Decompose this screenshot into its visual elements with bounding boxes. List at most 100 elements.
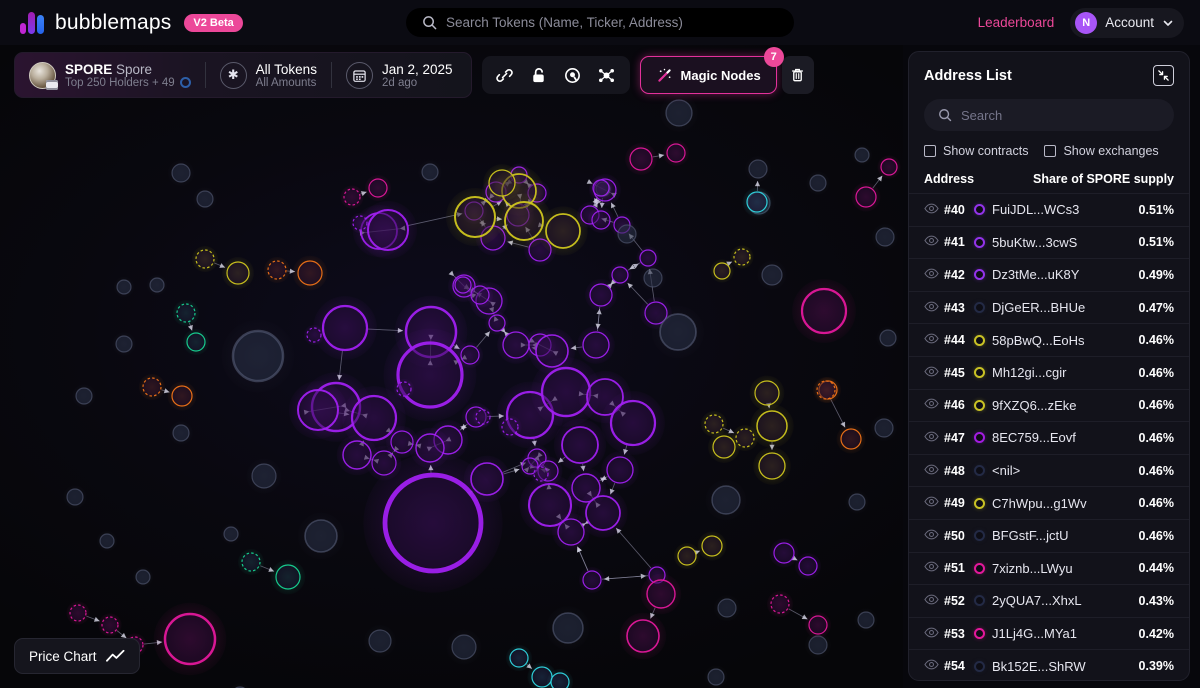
leaderboard-link[interactable]: Leaderboard xyxy=(978,15,1055,30)
graph-node[interactable] xyxy=(856,187,876,207)
graph-node[interactable] xyxy=(810,175,826,191)
address-search-input[interactable]: Search xyxy=(924,99,1174,131)
graph-node[interactable] xyxy=(455,277,471,293)
graph-node[interactable] xyxy=(876,228,894,246)
token-search-input[interactable]: Search Tokens (Name, Ticker, Address) xyxy=(406,8,794,37)
price-chart-button[interactable]: Price Chart xyxy=(14,638,140,674)
graph-node[interactable] xyxy=(416,434,444,462)
eye-icon[interactable] xyxy=(924,625,941,643)
graph-node[interactable] xyxy=(718,599,736,617)
graph-node[interactable] xyxy=(172,164,190,182)
row-address[interactable]: C7hWpu...g1Wv xyxy=(992,496,1139,511)
graph-node[interactable] xyxy=(607,457,633,483)
graph-node[interactable] xyxy=(881,159,897,175)
graph-node[interactable] xyxy=(809,636,827,654)
address-table-body[interactable]: #40FuiJDL...WCs30.51%#415buKtw...3cwS0.5… xyxy=(909,193,1189,681)
table-row[interactable]: #45Mh12gi...cgir0.46% xyxy=(909,356,1189,389)
graph-node[interactable] xyxy=(586,496,620,530)
graph-node[interactable] xyxy=(233,331,283,381)
table-row[interactable]: #469fXZQ6...zEke0.46% xyxy=(909,389,1189,422)
graph-node[interactable] xyxy=(702,536,722,556)
graph-node[interactable] xyxy=(224,527,238,541)
eye-icon[interactable] xyxy=(924,299,941,317)
graph-node[interactable] xyxy=(712,486,740,514)
graph-node[interactable] xyxy=(172,386,192,406)
graph-node[interactable] xyxy=(455,197,495,237)
eye-icon[interactable] xyxy=(924,559,941,577)
row-address[interactable]: J1Lj4G...MYa1 xyxy=(992,626,1139,641)
table-row[interactable]: #415buKtw...3cwS0.51% xyxy=(909,226,1189,259)
graph-node[interactable] xyxy=(422,164,438,180)
bubble-graph-canvas[interactable] xyxy=(0,45,903,688)
eye-icon[interactable] xyxy=(924,494,941,512)
graph-node[interactable] xyxy=(558,519,584,545)
graph-node[interactable] xyxy=(76,388,92,404)
graph-node[interactable] xyxy=(471,463,503,495)
graph-node[interactable] xyxy=(593,180,609,196)
token-filter-selector[interactable]: ✱ All Tokens All Amounts xyxy=(206,53,331,97)
show-exchanges-checkbox[interactable]: Show exchanges xyxy=(1044,144,1158,158)
eye-icon[interactable] xyxy=(924,592,941,610)
graph-node[interactable] xyxy=(592,211,610,229)
graph-node[interactable] xyxy=(502,419,518,435)
graph-node[interactable] xyxy=(734,249,750,265)
graph-node[interactable] xyxy=(307,328,321,342)
table-row[interactable]: #50BFGstF...jctU0.46% xyxy=(909,519,1189,552)
graph-node[interactable] xyxy=(762,265,782,285)
graph-node[interactable] xyxy=(489,170,515,196)
graph-node[interactable] xyxy=(489,315,505,331)
graph-node[interactable] xyxy=(771,595,789,613)
table-row[interactable]: #54Bk152E...ShRW0.39% xyxy=(909,649,1189,681)
graph-node[interactable] xyxy=(612,267,628,283)
graph-node[interactable] xyxy=(647,580,675,608)
graph-node[interactable] xyxy=(369,630,391,652)
graph-node[interactable] xyxy=(452,635,476,659)
graph-node[interactable] xyxy=(391,431,413,453)
graph-node[interactable] xyxy=(644,269,662,287)
graph-node[interactable] xyxy=(476,410,490,424)
graph-node[interactable] xyxy=(143,378,161,396)
delete-magic-nodes-button[interactable] xyxy=(782,56,814,94)
eye-icon[interactable] xyxy=(924,657,941,675)
graph-node[interactable] xyxy=(774,543,794,563)
graph-node[interactable] xyxy=(583,332,609,358)
graph-node[interactable] xyxy=(461,346,479,364)
graph-node[interactable] xyxy=(369,179,387,197)
table-row[interactable]: #4458pBwQ...EoHs0.46% xyxy=(909,323,1189,356)
graph-node[interactable] xyxy=(344,189,360,205)
graph-node[interactable] xyxy=(799,557,817,575)
link-icon[interactable] xyxy=(490,60,520,90)
graph-node[interactable] xyxy=(627,620,659,652)
graph-node[interactable] xyxy=(757,411,787,441)
table-row[interactable]: #42Dz3tMe...uK8Y0.49% xyxy=(909,258,1189,291)
graph-node[interactable] xyxy=(510,649,528,667)
graph-node[interactable] xyxy=(353,216,367,230)
row-address[interactable]: 9fXZQ6...zEke xyxy=(992,398,1139,413)
eye-icon[interactable] xyxy=(924,331,941,349)
eye-icon[interactable] xyxy=(924,429,941,447)
graph-node[interactable] xyxy=(165,614,215,664)
graph-node[interactable] xyxy=(705,415,723,433)
table-row[interactable]: #478EC759...Eovf0.46% xyxy=(909,421,1189,454)
graph-node[interactable] xyxy=(196,250,214,268)
graph-node[interactable] xyxy=(305,520,337,552)
graph-node[interactable] xyxy=(276,565,300,589)
graph-node[interactable] xyxy=(666,100,692,126)
eye-icon[interactable] xyxy=(924,233,941,251)
graph-node[interactable] xyxy=(505,202,543,240)
graph-node[interactable] xyxy=(268,261,286,279)
row-address[interactable]: Mh12gi...cgir xyxy=(992,365,1139,380)
row-address[interactable]: 58pBwQ...EoHs xyxy=(992,333,1139,348)
graph-node[interactable] xyxy=(70,605,86,621)
show-contracts-checkbox[interactable]: Show contracts xyxy=(924,144,1028,158)
graph-node[interactable] xyxy=(242,553,260,571)
graph-node[interactable] xyxy=(298,261,322,285)
graph-node[interactable] xyxy=(562,427,598,463)
table-row[interactable]: #522yQUA7...XhxL0.43% xyxy=(909,584,1189,617)
graph-node[interactable] xyxy=(150,278,164,292)
graph-node[interactable] xyxy=(880,330,896,346)
graph-node[interactable] xyxy=(116,336,132,352)
graph-node[interactable] xyxy=(618,225,636,243)
graph-node[interactable] xyxy=(858,612,874,628)
graph-node[interactable] xyxy=(136,570,150,584)
